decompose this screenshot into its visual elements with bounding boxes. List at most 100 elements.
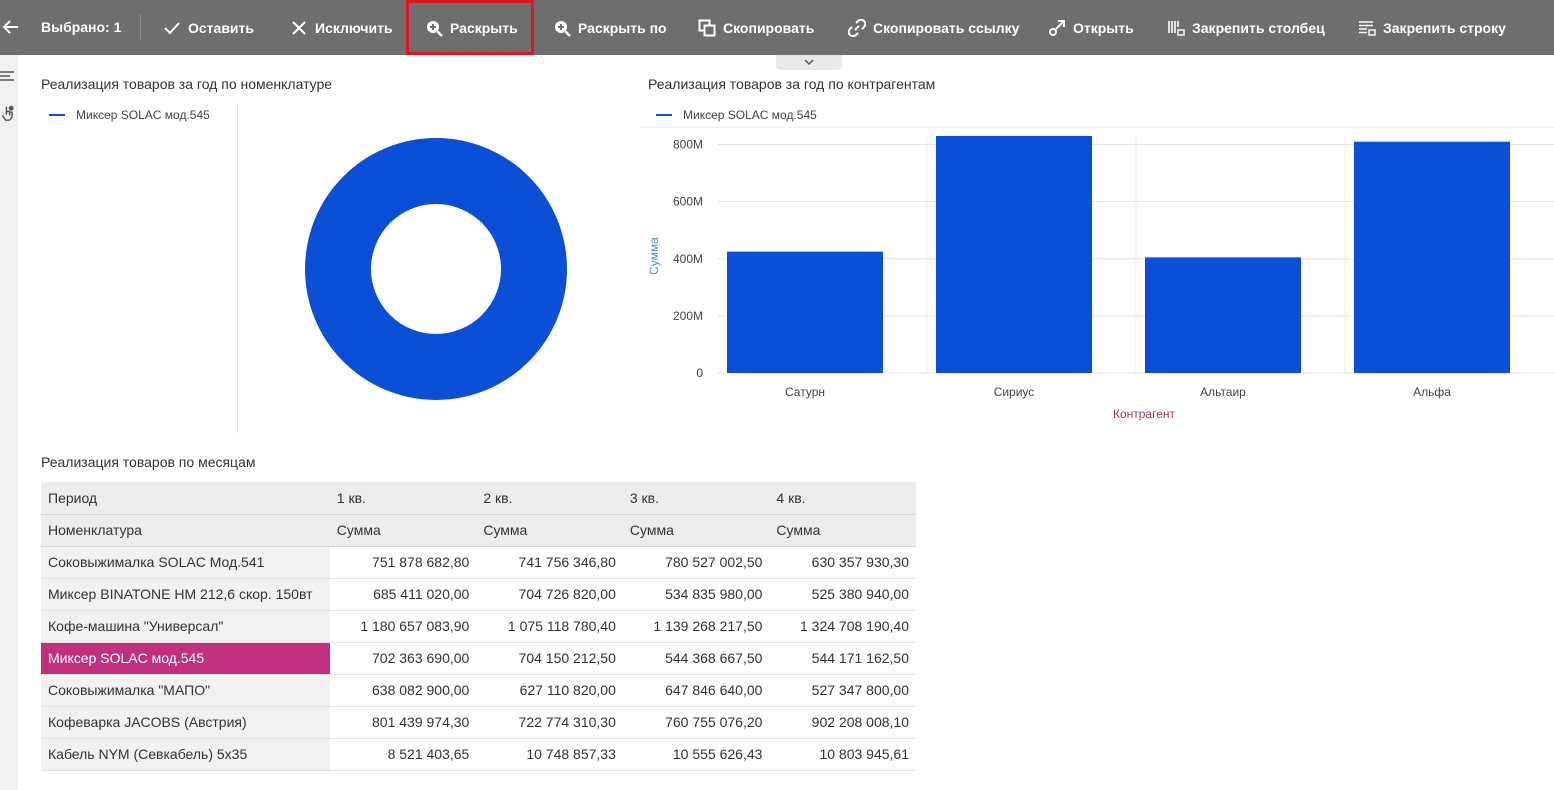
row-label[interactable]: Миксер BINATONE HM 212,6 скор. 150вт: [41, 578, 330, 611]
bar[interactable]: [727, 251, 883, 373]
selection-toolbar: Выбрано: 1 Оставить Исключить Раскрыть Р…: [0, 0, 1554, 55]
left-rail: [0, 55, 18, 790]
expand-label: Раскрыть: [450, 19, 518, 36]
touch-icon[interactable]: [0, 105, 16, 121]
selection-count: Выбрано: 1: [41, 19, 122, 35]
y-tick-label: 200M: [673, 309, 703, 323]
header-cell[interactable]: 3 кв.: [622, 482, 770, 515]
value-cell[interactable]: 704 150 212,50: [476, 642, 623, 675]
bar[interactable]: [936, 136, 1092, 373]
value-cell[interactable]: 630 357 930,30: [769, 546, 916, 579]
zoom-in-icon: [553, 19, 571, 37]
table-row: Кабель NYM (Севкабель) 5х35 8 521 403,65…: [41, 738, 916, 771]
row-label[interactable]: Кабель NYM (Севкабель) 5х35: [41, 738, 330, 771]
exclude-button[interactable]: Исключить: [290, 0, 393, 55]
bar-legend-label: Миксер SOLAC мод.545: [683, 108, 817, 122]
value-cell[interactable]: 10 748 857,33: [476, 738, 623, 771]
value-cell[interactable]: 722 774 310,30: [476, 706, 623, 739]
y-tick-label: 800M: [673, 138, 703, 152]
donut-panel-title: Реализация товаров за год по номенклатур…: [41, 76, 333, 92]
value-cell[interactable]: 780 527 002,50: [622, 546, 770, 579]
list-icon[interactable]: [0, 69, 16, 85]
value-cell[interactable]: 801 439 974,30: [329, 706, 477, 739]
row-label[interactable]: Кофеварка JACOBS (Австрия): [41, 706, 330, 739]
bar-panel-title: Реализация товаров за год по контрагента…: [648, 76, 936, 92]
value-cell[interactable]: 1 180 657 083,90: [329, 610, 477, 643]
header-cell[interactable]: Сумма: [769, 514, 916, 547]
y-tick-label: 400M: [673, 252, 703, 266]
value-cell[interactable]: 527 347 800,00: [769, 674, 916, 707]
value-cell[interactable]: 751 878 682,80: [329, 546, 477, 579]
value-cell[interactable]: 534 835 980,00: [622, 578, 770, 611]
header-cell[interactable]: Сумма: [476, 514, 623, 547]
back-arrow-icon[interactable]: [0, 16, 22, 38]
row-label-selected[interactable]: Миксер SOLAC мод.545: [41, 642, 330, 675]
row-label[interactable]: Соковыжималка "МАПО": [41, 674, 330, 707]
value-cell[interactable]: 10 555 626,43: [622, 738, 770, 771]
bar[interactable]: [1354, 141, 1510, 373]
donut-chart: [305, 138, 567, 400]
donut-slice[interactable]: [305, 138, 567, 400]
value-cell[interactable]: 702 363 690,00: [329, 642, 477, 675]
value-cell[interactable]: 8 521 403,65: [329, 738, 477, 771]
header-cell[interactable]: Период: [41, 482, 330, 515]
value-cell[interactable]: 525 380 940,00: [769, 578, 916, 611]
value-cell[interactable]: 10 803 945,61: [769, 738, 916, 771]
check-icon: [163, 19, 181, 37]
table-row: Кофеварка JACOBS (Австрия) 801 439 974,3…: [41, 706, 916, 739]
value-cell[interactable]: 760 755 076,20: [622, 706, 770, 739]
value-cell[interactable]: 1 324 708 190,40: [769, 610, 916, 643]
y-tick-label: 0: [696, 366, 703, 380]
legend-divider: [237, 103, 238, 433]
x-tick-label: Сириус: [994, 385, 1035, 399]
value-cell[interactable]: 1 139 268 217,50: [622, 610, 770, 643]
collapse-toolbar-tab[interactable]: [776, 55, 842, 70]
copy-link-button[interactable]: Скопировать ссылку: [847, 0, 1019, 55]
table-row-selected: Миксер SOLAC мод.545 702 363 690,00 704 …: [41, 642, 916, 675]
table-row: Кофе-машина "Универсал" 1 180 657 083,90…: [41, 610, 916, 643]
value-cell[interactable]: 638 082 900,00: [329, 674, 477, 707]
row-label[interactable]: Кофе-машина "Универсал": [41, 610, 330, 643]
pin-row-icon: [1358, 19, 1376, 37]
keep-button[interactable]: Оставить: [163, 0, 254, 55]
donut-legend-label: Миксер SOLAC мод.545: [76, 108, 210, 122]
y-axis-label: Сумма: [647, 237, 661, 275]
pin-row-button[interactable]: Закрепить строку: [1358, 0, 1506, 55]
chevron-down-icon: [804, 59, 814, 66]
copy-button[interactable]: Скопировать: [698, 0, 814, 55]
legend-swatch: [49, 114, 65, 116]
value-cell[interactable]: 647 846 640,00: [622, 674, 770, 707]
value-cell[interactable]: 685 411 020,00: [329, 578, 477, 611]
header-cell[interactable]: Номенклатура: [41, 514, 330, 547]
bar-chart: 0 200M 400M 600M 800M Сатурн Сириус Альтаир Альф…: [640, 126, 1554, 421]
pin-column-button[interactable]: Закрепить столбец: [1167, 0, 1325, 55]
pin-column-icon: [1167, 19, 1185, 37]
value-cell[interactable]: 544 171 162,50: [769, 642, 916, 675]
expand-by-button[interactable]: Раскрыть по: [553, 0, 667, 55]
pin-column-label: Закрепить столбец: [1192, 19, 1325, 36]
value-cell[interactable]: 741 756 346,80: [476, 546, 623, 579]
header-cell[interactable]: Сумма: [622, 514, 770, 547]
legend-swatch: [656, 114, 672, 116]
value-cell[interactable]: 902 208 008,10: [769, 706, 916, 739]
header-cell[interactable]: 2 кв.: [476, 482, 623, 515]
copy-icon: [698, 19, 716, 37]
bar[interactable]: [1145, 257, 1301, 373]
value-cell[interactable]: 1 075 118 780,40: [476, 610, 623, 643]
header-cell[interactable]: Сумма: [329, 514, 477, 547]
keep-label: Оставить: [188, 19, 254, 36]
header-cell[interactable]: 1 кв.: [329, 482, 477, 515]
open-button[interactable]: Открыть: [1048, 0, 1134, 55]
donut-legend[interactable]: Миксер SOLAC мод.545: [49, 108, 210, 122]
row-label[interactable]: Соковыжималка SOLAC Мод.541: [41, 546, 330, 579]
pivot-table: Период 1 кв. 2 кв. 3 кв. 4 кв. Номенклат…: [41, 482, 916, 771]
value-cell[interactable]: 627 110 820,00: [476, 674, 623, 707]
value-cell[interactable]: 704 726 820,00: [476, 578, 623, 611]
table-header-row: Номенклатура Сумма Сумма Сумма Сумма: [41, 514, 916, 547]
value-cell[interactable]: 544 368 667,50: [622, 642, 770, 675]
table-header-row: Период 1 кв. 2 кв. 3 кв. 4 кв.: [41, 482, 916, 515]
toolbar-divider: [140, 14, 141, 41]
header-cell[interactable]: 4 кв.: [769, 482, 916, 515]
bar-legend[interactable]: Миксер SOLAC мод.545: [656, 108, 817, 122]
expand-button[interactable]: Раскрыть: [406, 0, 534, 55]
